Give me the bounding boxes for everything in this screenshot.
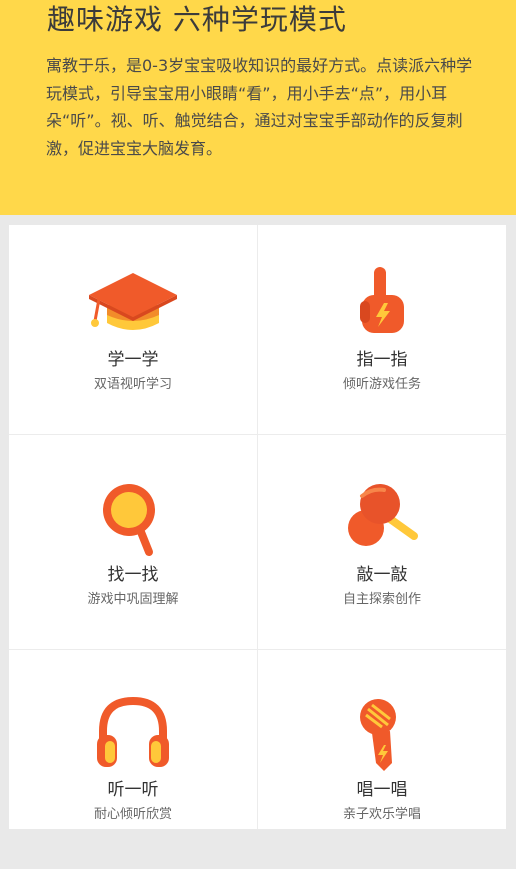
pointing-hand-icon: [360, 267, 404, 333]
page-title: 趣味游戏 六种学玩模式: [47, 3, 347, 36]
intro-description: 寓教于乐，是0-3岁宝宝吸收知识的最好方式。点读派六种学玩模式，引导宝宝用小眼睛…: [46, 56, 473, 158]
mode-grid: 学一学 双语视听学习 指一指 倾听游戏任务 找一找 游戏中巩固理解 敲一敲 自主…: [9, 225, 506, 829]
mode-card-find[interactable]: 找一找 游戏中巩固理解: [9, 440, 257, 654]
microphone-icon: [360, 699, 396, 771]
mode-card-tap[interactable]: 敲一敲 自主探索创作: [258, 440, 506, 654]
mode-subtitle: 亲子欢乐学唱: [342, 807, 421, 822]
mode-title: 指一指: [356, 350, 408, 370]
mode-card-listen[interactable]: 听一听 耐心倾听欣赏: [9, 655, 257, 869]
magnifier-icon: [103, 484, 155, 556]
intro-banner: 趣味游戏 六种学玩模式 寓教于乐，是0-3岁宝宝吸收知识的最好方式。点读派六种学…: [0, 0, 516, 215]
mode-title: 找一找: [107, 565, 159, 585]
headphones-icon: [97, 696, 169, 767]
mode-subtitle: 耐心倾听欣赏: [93, 807, 172, 822]
mode-subtitle: 倾听游戏任务: [342, 377, 421, 392]
mode-title: 敲一敲: [356, 565, 408, 585]
mode-subtitle: 自主探索创作: [342, 592, 421, 607]
maracas-icon: [348, 484, 418, 546]
mode-title: 听一听: [107, 780, 159, 800]
mode-card-point[interactable]: 指一指 倾听游戏任务: [258, 225, 506, 439]
mode-title: 学一学: [107, 350, 159, 370]
mode-card-learn[interactable]: 学一学 双语视听学习: [9, 225, 257, 439]
mode-subtitle: 游戏中巩固理解: [87, 592, 179, 607]
graduation-cap-icon: [89, 273, 177, 330]
mode-card-sing[interactable]: 唱一唱 亲子欢乐学唱: [258, 655, 506, 869]
mode-title: 唱一唱: [356, 780, 408, 800]
mode-subtitle: 双语视听学习: [93, 377, 172, 392]
